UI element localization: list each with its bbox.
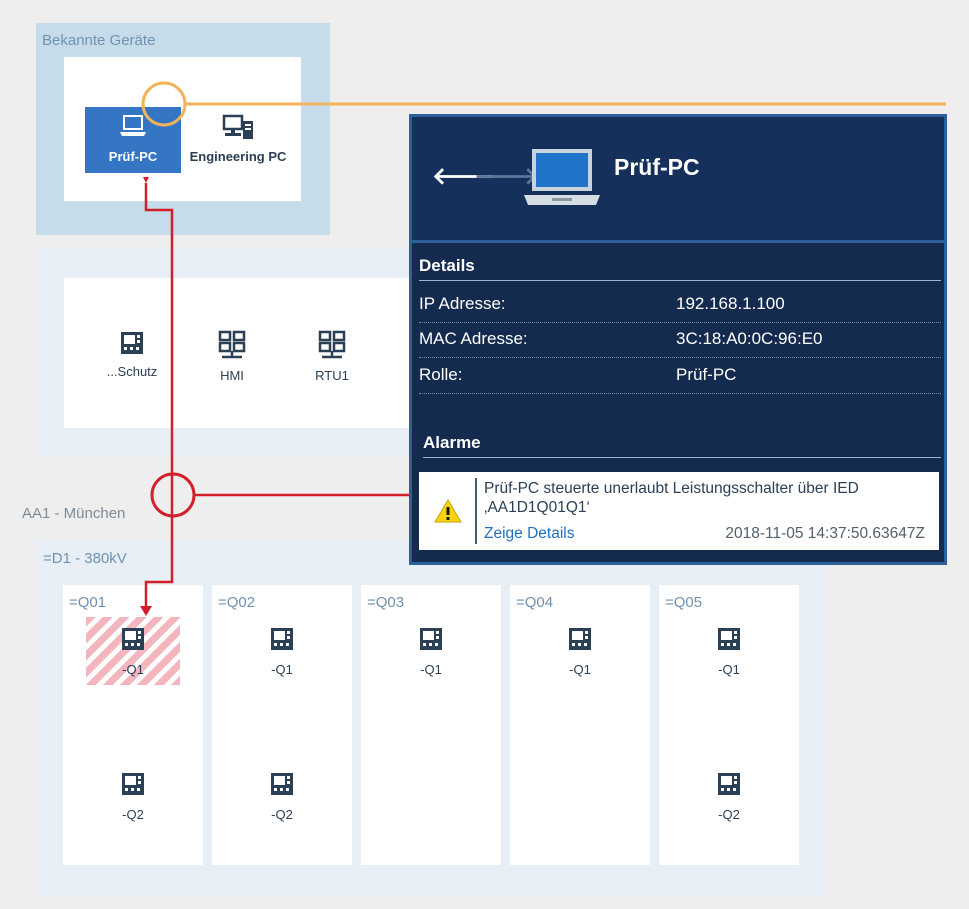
detail-key: IP Adresse: xyxy=(419,294,506,313)
panel-header: 🡐 🡒 Prüf-PC xyxy=(412,117,944,243)
alarm-separator xyxy=(475,478,477,544)
alarm-message: Prüf-PC steuerte unerlaubt Leistungsscha… xyxy=(484,480,859,516)
laptop-icon xyxy=(524,149,600,205)
show-details-link[interactable]: Zeige Details xyxy=(484,525,574,543)
callout-circle-orange xyxy=(141,81,187,127)
connection-arrow-head xyxy=(140,606,152,616)
device-detail-panel: 🡐 🡒 Prüf-PC Details IP Adresse: 192.168.… xyxy=(409,114,947,565)
detail-row-mac: MAC Adresse: 3C:18:A0:0C:96:E0 xyxy=(419,323,941,358)
alarms-heading: Alarme xyxy=(423,433,941,458)
detail-value: 3C:18:A0:0C:96:E0 xyxy=(676,329,823,348)
warning-icon xyxy=(434,499,462,523)
detail-key: MAC Adresse: xyxy=(419,329,528,348)
detail-key: Rolle: xyxy=(419,365,463,384)
alarm-item[interactable]: Prüf-PC steuerte unerlaubt Leistungsscha… xyxy=(419,472,939,550)
details-heading: Details xyxy=(419,256,941,281)
detail-row-ip: IP Adresse: 192.168.1.100 xyxy=(419,288,941,323)
alarm-connection-path xyxy=(144,183,174,608)
panel-title: Prüf-PC xyxy=(614,154,700,180)
detail-value: Prüf-PC xyxy=(676,365,737,384)
detail-row-role: Rolle: Prüf-PC xyxy=(419,359,941,394)
detail-value: 192.168.1.100 xyxy=(676,294,785,313)
alarm-timestamp: 2018-11-05 14:37:50.63647Z xyxy=(725,525,925,542)
connection-start-marker xyxy=(143,177,149,183)
